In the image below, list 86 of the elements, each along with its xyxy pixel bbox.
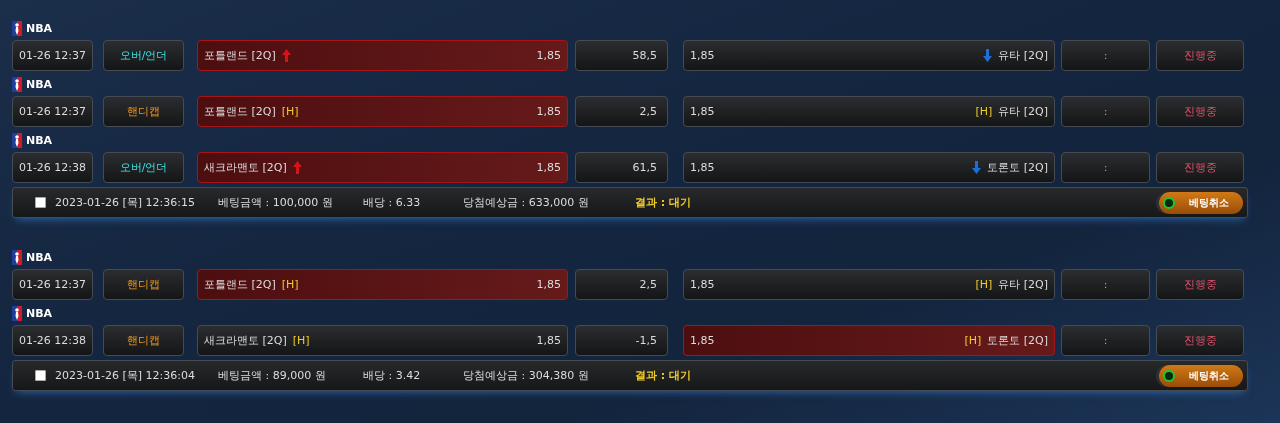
team-name: 포틀랜드 [2Q]	[204, 48, 276, 63]
bet-result: 결과 : 대기	[635, 195, 692, 210]
team-name: 새크라맨토 [2Q]	[204, 333, 287, 348]
odds-value: 1,85	[690, 278, 715, 291]
expected-payout: 당첨예상금 : 633,000 원	[463, 195, 590, 210]
league-name: NBA	[26, 77, 53, 91]
away-odds-button[interactable]: 1,85 [H] 유타 [2Q]	[683, 96, 1055, 127]
team-name: 유타 [2Q]	[998, 48, 1048, 63]
basketball-logo-icon	[12, 132, 22, 148]
home-odds-button[interactable]: 포틀랜드 [2Q] [H] 1,85	[197, 269, 568, 300]
bet-result: 결과 : 대기	[635, 368, 692, 383]
score-box: :	[1061, 96, 1150, 127]
league-name: NBA	[26, 133, 53, 147]
team-name: 새크라맨토 [2Q]	[204, 160, 287, 175]
bet-type-label: 오버/언더	[103, 152, 184, 183]
status-dot-icon	[1163, 196, 1175, 209]
bet-type-label: 핸디캡	[103, 269, 184, 300]
odds-value: 1,85	[690, 334, 715, 347]
match-time: 01-26 12:37	[12, 269, 93, 300]
basketball-logo-icon	[12, 20, 22, 36]
score-box: :	[1061, 325, 1150, 356]
team-name: 포틀랜드 [2Q]	[204, 104, 276, 119]
odds-value: 1,85	[536, 161, 561, 174]
down-arrow-icon	[972, 161, 982, 174]
league-name: NBA	[26, 306, 53, 320]
basketball-logo-icon	[12, 249, 22, 265]
bet-type-label: 핸디캡	[103, 96, 184, 127]
bet-type-label: 핸디캡	[103, 325, 184, 356]
odds-value: 1,85	[690, 49, 715, 62]
status-dot-icon	[1163, 369, 1175, 382]
match-time: 01-26 12:38	[12, 325, 93, 356]
cancel-bet-button[interactable]: 베팅취소	[1159, 191, 1243, 214]
odds-value: 1,85	[690, 105, 715, 118]
status-box: 진행중	[1156, 96, 1244, 127]
team-name: 토론토 [2Q]	[987, 333, 1048, 348]
cancel-bet-button[interactable]: 베팅취소	[1159, 364, 1243, 387]
odds-value: 1,85	[536, 334, 561, 347]
status-box: 진행중	[1156, 40, 1244, 71]
status-box: 진행중	[1156, 325, 1244, 356]
bet-odds: 배당 : 6.33	[363, 195, 422, 210]
score-box: :	[1061, 269, 1150, 300]
bet-type-label: 오버/언더	[103, 40, 184, 71]
home-odds-button[interactable]: 새크라맨토 [2Q] [H] 1,85	[197, 325, 568, 356]
bet-datetime: 2023-01-26 [목] 12:36:04	[55, 368, 196, 383]
handicap-tag: [H]	[975, 105, 993, 118]
league-name: NBA	[26, 250, 53, 264]
select-checkbox[interactable]	[35, 197, 46, 208]
handicap-tag: [H]	[975, 278, 993, 291]
away-odds-button[interactable]: 1,85 유타 [2Q]	[683, 40, 1055, 71]
up-arrow-icon	[292, 161, 302, 174]
bet-datetime: 2023-01-26 [목] 12:36:15	[55, 195, 196, 210]
team-name: 포틀랜드 [2Q]	[204, 277, 276, 292]
away-odds-button[interactable]: 1,85 토론토 [2Q]	[683, 152, 1055, 183]
expected-payout: 당첨예상금 : 304,380 원	[463, 368, 590, 383]
team-name: 토론토 [2Q]	[987, 160, 1048, 175]
status-box: 진행중	[1156, 269, 1244, 300]
team-name: 유타 [2Q]	[998, 104, 1048, 119]
home-odds-button[interactable]: 포틀랜드 [2Q] [H] 1,85	[197, 96, 568, 127]
basketball-logo-icon	[12, 76, 22, 92]
bet-odds: 배당 : 3.42	[363, 368, 422, 383]
odds-value: 1,85	[690, 161, 715, 174]
home-odds-button[interactable]: 포틀랜드 [2Q] 1,85	[197, 40, 568, 71]
odds-value: 1,85	[536, 49, 561, 62]
handicap-tag: [H]	[281, 278, 299, 291]
select-checkbox[interactable]	[35, 370, 46, 381]
score-box: :	[1061, 152, 1150, 183]
score-box: :	[1061, 40, 1150, 71]
team-name: 유타 [2Q]	[998, 277, 1048, 292]
match-time: 01-26 12:37	[12, 40, 93, 71]
league-name: NBA	[26, 21, 53, 35]
home-odds-button[interactable]: 새크라맨토 [2Q] 1,85	[197, 152, 568, 183]
status-box: 진행중	[1156, 152, 1244, 183]
bet-amount: 베팅금액 : 100,000 원	[218, 195, 334, 210]
match-time: 01-26 12:37	[12, 96, 93, 127]
down-arrow-icon	[983, 49, 993, 62]
odds-value: 1,85	[536, 105, 561, 118]
match-time: 01-26 12:38	[12, 152, 93, 183]
handicap-tag: [H]	[964, 334, 982, 347]
handicap-tag: [H]	[281, 105, 299, 118]
bet-amount: 베팅금액 : 89,000 원	[218, 368, 327, 383]
away-odds-button[interactable]: 1,85 [H] 토론토 [2Q]	[683, 325, 1055, 356]
basketball-logo-icon	[12, 305, 22, 321]
odds-value: 1,85	[536, 278, 561, 291]
handicap-tag: [H]	[292, 334, 310, 347]
away-odds-button[interactable]: 1,85 [H] 유타 [2Q]	[683, 269, 1055, 300]
up-arrow-icon	[281, 49, 291, 62]
